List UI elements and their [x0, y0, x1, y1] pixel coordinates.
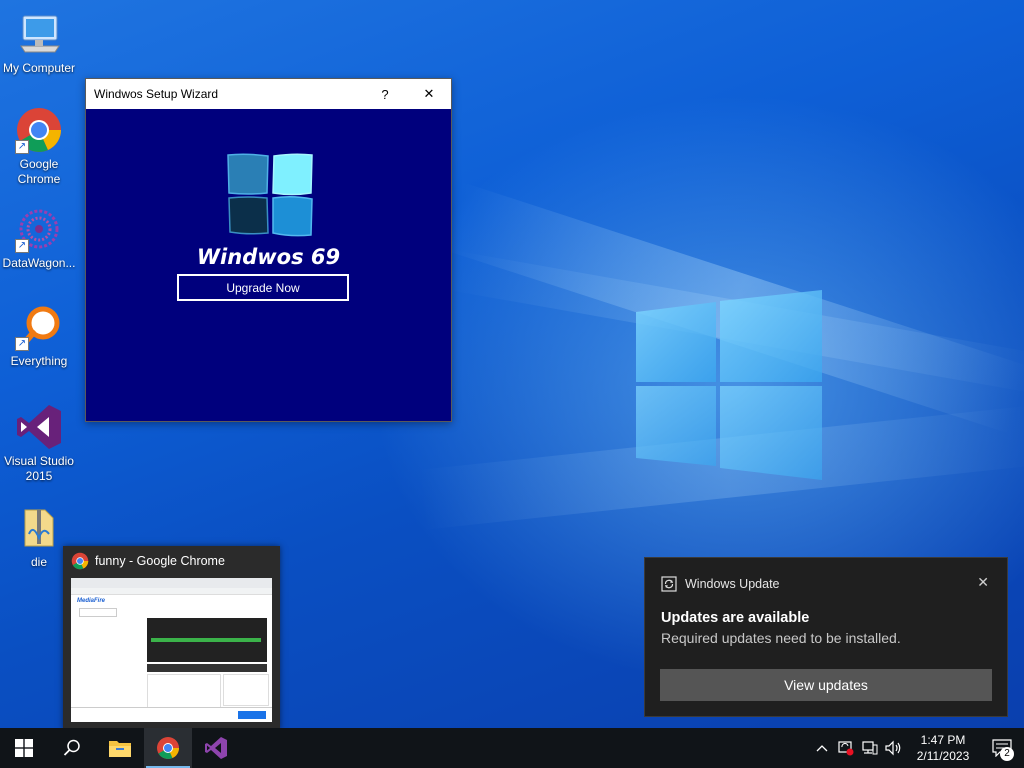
- clock-time: 1:47 PM: [920, 733, 966, 747]
- close-button[interactable]: ✕: [407, 79, 451, 109]
- desktop-icon-label: My Computer: [2, 61, 76, 75]
- search-button[interactable]: [48, 728, 96, 768]
- desktop-icon-label: Visual Studio 2015: [4, 454, 74, 483]
- wizard-title: Windwos Setup Wizard: [94, 87, 219, 101]
- desktop-icon-visual-studio[interactable]: Visual Studio 2015: [1, 403, 77, 484]
- taskbar-file-explorer[interactable]: [96, 728, 144, 768]
- datawagon-icon: ↗: [15, 205, 63, 253]
- taskbar-clock[interactable]: 1:47 PM 2/11/2023: [906, 732, 980, 764]
- windows-update-notification[interactable]: Windows Update ✕ Updates are available R…: [644, 557, 1008, 717]
- start-button[interactable]: [0, 728, 48, 768]
- desktop-background: My Computer ↗ Google Chrome ↗ DataWagon.…: [0, 0, 1024, 728]
- desktop-icon-everything[interactable]: ↗ Everything: [1, 303, 77, 369]
- view-updates-button[interactable]: View updates: [660, 669, 992, 701]
- desktop-icon-label: DataWagon...: [2, 256, 76, 270]
- mediafire-logo: MediaFire: [77, 598, 106, 604]
- taskbar-visual-studio[interactable]: [192, 728, 240, 768]
- shortcut-arrow-icon: ↗: [15, 140, 29, 154]
- magnifier-icon: ↗: [15, 303, 63, 351]
- preview-thumbnail[interactable]: MediaFire: [71, 578, 272, 722]
- chrome-icon: [157, 737, 179, 759]
- desktop-icon-datawagon[interactable]: ↗ DataWagon...: [1, 205, 77, 271]
- windwos-logo-icon: [227, 153, 313, 237]
- chrome-icon: ↗: [15, 106, 63, 154]
- notification-message: Required updates need to be installed.: [661, 630, 901, 646]
- zip-folder-icon: [15, 504, 63, 552]
- security-alert-icon: [838, 741, 854, 756]
- product-name: Windwos 69: [196, 245, 341, 269]
- visual-studio-icon: [205, 737, 227, 759]
- shortcut-arrow-icon: ↗: [15, 337, 29, 351]
- visual-studio-icon: [15, 403, 63, 451]
- desktop-icon-label: Everything: [10, 354, 68, 368]
- volume-icon: [885, 740, 901, 756]
- shortcut-arrow-icon: ↗: [15, 239, 29, 253]
- tray-security-button[interactable]: [834, 728, 858, 768]
- tray-network-button[interactable]: [858, 728, 882, 768]
- preview-title: funny - Google Chrome: [95, 554, 225, 568]
- wizard-titlebar[interactable]: Windwos Setup Wizard ? ✕: [86, 79, 451, 109]
- desktop-icon-my-computer[interactable]: My Computer: [1, 10, 77, 76]
- windows-start-icon: [15, 739, 33, 757]
- windows-wallpaper-logo: [636, 290, 822, 480]
- notification-heading: Updates are available: [661, 610, 810, 626]
- windows-update-icon: [661, 576, 677, 592]
- desktop-icon-google-chrome[interactable]: ↗ Google Chrome: [1, 106, 77, 187]
- wizard-body: Windwos 69 Upgrade Now: [86, 109, 451, 421]
- notification-app-name: Windows Update: [685, 577, 780, 591]
- folder-icon: [109, 741, 131, 757]
- chrome-icon: [71, 552, 89, 570]
- taskbar-google-chrome[interactable]: [144, 728, 192, 768]
- show-hidden-icons-button[interactable]: [810, 728, 834, 768]
- desktop-icon-label: die: [30, 555, 47, 569]
- network-icon: [862, 741, 878, 755]
- search-icon: [63, 739, 80, 756]
- setup-wizard-window[interactable]: Windwos Setup Wizard ? ✕ Windwos 69 Upgr…: [85, 78, 452, 422]
- help-button[interactable]: ?: [363, 79, 407, 109]
- upgrade-now-button[interactable]: Upgrade Now: [177, 274, 349, 301]
- notification-count-badge: 2: [1000, 747, 1014, 761]
- action-center-button[interactable]: 2: [980, 728, 1024, 768]
- tray-volume-button[interactable]: [882, 728, 906, 768]
- clock-date: 2/11/2023: [916, 749, 970, 763]
- system-tray: 1:47 PM 2/11/2023 2: [810, 728, 1024, 768]
- chrome-taskbar-preview[interactable]: funny - Google Chrome MediaFire: [63, 546, 280, 728]
- taskbar: 1:47 PM 2/11/2023 2: [0, 728, 1024, 768]
- desktop-icon-label: Google Chrome: [17, 157, 61, 186]
- computer-icon: [15, 10, 63, 58]
- close-icon[interactable]: ✕: [977, 574, 989, 591]
- chevron-up-icon: [816, 745, 828, 752]
